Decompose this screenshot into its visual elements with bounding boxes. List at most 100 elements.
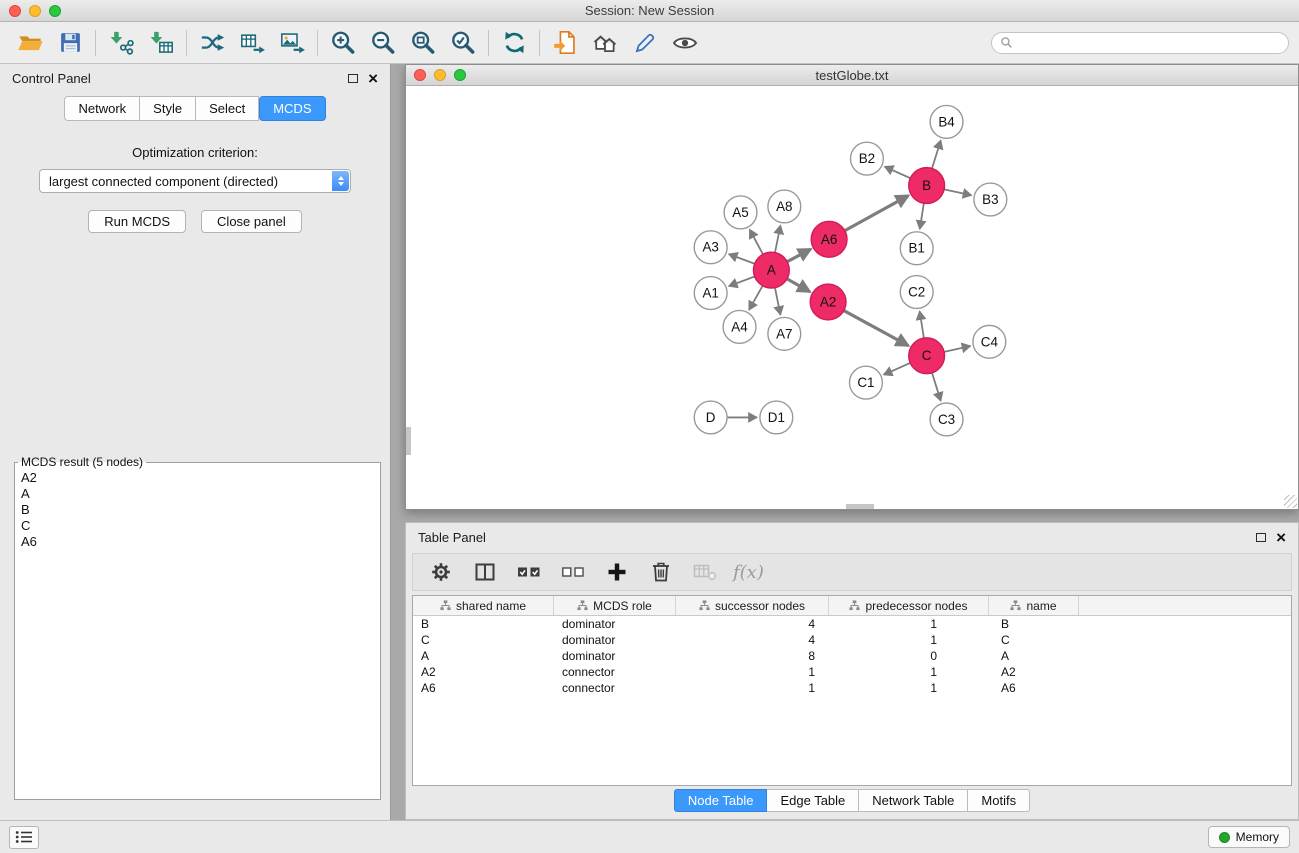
network-edge-A-A5[interactable]: [750, 230, 763, 255]
network-edge-B-B3[interactable]: [944, 189, 971, 195]
network-edge-B-B2[interactable]: [885, 167, 911, 179]
tab-network[interactable]: Network: [64, 96, 140, 121]
table-cell[interactable]: 1: [829, 632, 989, 648]
close-table-panel-icon[interactable]: ×: [1276, 529, 1286, 546]
table-cell[interactable]: A2: [989, 664, 1079, 680]
new-network-button[interactable]: [192, 26, 232, 60]
tab-node-table[interactable]: Node Table: [674, 789, 768, 812]
table-cell[interactable]: 4: [676, 616, 829, 632]
vertical-scrollbar-stub[interactable]: [406, 427, 411, 455]
table-cell[interactable]: dominator: [554, 632, 676, 648]
table-settings-button[interactable]: [425, 556, 457, 588]
table-cell[interactable]: A2: [413, 664, 554, 680]
table-cell[interactable]: A6: [413, 680, 554, 696]
column-header-predecessor-nodes[interactable]: predecessor nodes: [829, 596, 989, 615]
delete-table-button[interactable]: [689, 556, 721, 588]
float-table-panel-icon[interactable]: [1256, 533, 1266, 542]
table-cell[interactable]: 1: [829, 616, 989, 632]
import-table-button[interactable]: [141, 26, 181, 60]
network-canvas[interactable]: B4B2BB3A5A8A6A3B1AA1C2A2A4A7C4CC1DD1C3: [406, 87, 1298, 509]
table-cell[interactable]: 1: [829, 680, 989, 696]
unselect-all-rows-button[interactable]: [557, 556, 589, 588]
task-history-button[interactable]: [9, 826, 39, 849]
zoom-window-button[interactable]: [49, 5, 61, 17]
tab-motifs[interactable]: Motifs: [968, 789, 1030, 812]
annotations-button[interactable]: [625, 26, 665, 60]
run-mcds-button[interactable]: Run MCDS: [88, 210, 186, 233]
network-edge-C-C3[interactable]: [932, 373, 941, 401]
save-session-button[interactable]: [50, 26, 90, 60]
network-node-C1[interactable]: C1: [850, 366, 883, 399]
column-header-shared-name[interactable]: shared name: [413, 596, 554, 615]
tab-network-table[interactable]: Network Table: [859, 789, 968, 812]
table-row[interactable]: Cdominator41C: [413, 632, 1291, 648]
table-cell[interactable]: connector: [554, 664, 676, 680]
select-all-rows-button[interactable]: [513, 556, 545, 588]
network-node-B1[interactable]: B1: [900, 232, 933, 265]
table-row[interactable]: A2connector11A2: [413, 664, 1291, 680]
network-edge-A-A2[interactable]: [787, 279, 810, 292]
refresh-layout-button[interactable]: [494, 26, 534, 60]
zoom-fit-button[interactable]: [403, 26, 443, 60]
close-network-window-button[interactable]: [414, 69, 426, 81]
network-node-A8[interactable]: A8: [768, 190, 801, 223]
minimize-network-window-button[interactable]: [434, 69, 446, 81]
zoom-selected-button[interactable]: [443, 26, 483, 60]
optimization-criterion-select[interactable]: largest connected component (directed): [39, 169, 351, 193]
horizontal-scrollbar-stub[interactable]: [846, 504, 874, 509]
first-neighbors-button[interactable]: [545, 26, 585, 60]
table-cell[interactable]: C: [413, 632, 554, 648]
table-row[interactable]: A6connector11A6: [413, 680, 1291, 696]
network-node-A4[interactable]: A4: [723, 310, 756, 343]
function-builder-button[interactable]: f(x): [733, 556, 764, 588]
network-edge-B-B4[interactable]: [932, 140, 941, 168]
open-session-button[interactable]: [10, 26, 50, 60]
table-cell[interactable]: A: [413, 648, 554, 664]
tab-edge-table[interactable]: Edge Table: [767, 789, 859, 812]
table-row[interactable]: Adominator80A: [413, 648, 1291, 664]
network-node-A2[interactable]: A2: [810, 284, 846, 320]
tab-mcds[interactable]: MCDS: [259, 96, 325, 121]
table-cell[interactable]: dominator: [554, 648, 676, 664]
network-edge-C-C4[interactable]: [944, 346, 970, 352]
zoom-out-button[interactable]: [363, 26, 403, 60]
birds-eye-view-button[interactable]: [585, 26, 625, 60]
result-item[interactable]: A2: [21, 470, 374, 486]
network-edge-A-A4[interactable]: [749, 286, 763, 310]
table-cell[interactable]: dominator: [554, 616, 676, 632]
network-node-A1[interactable]: A1: [694, 277, 727, 310]
zoom-network-window-button[interactable]: [454, 69, 466, 81]
graphics-details-button[interactable]: [665, 26, 705, 60]
column-header-mcds-role[interactable]: MCDS role: [554, 596, 676, 615]
table-cell[interactable]: C: [989, 632, 1079, 648]
network-edge-A-A1[interactable]: [729, 277, 755, 287]
table-cell[interactable]: 8: [676, 648, 829, 664]
table-cell[interactable]: B: [413, 616, 554, 632]
network-node-B[interactable]: B: [909, 168, 945, 204]
close-panel-icon[interactable]: ×: [368, 70, 378, 87]
table-cell[interactable]: 1: [676, 680, 829, 696]
network-node-A7[interactable]: A7: [768, 317, 801, 350]
memory-button[interactable]: Memory: [1208, 826, 1290, 848]
add-column-button[interactable]: [601, 556, 633, 588]
table-cell[interactable]: A6: [989, 680, 1079, 696]
table-cell[interactable]: connector: [554, 680, 676, 696]
table-cell[interactable]: 1: [676, 664, 829, 680]
network-node-A[interactable]: A: [753, 252, 789, 288]
network-node-C3[interactable]: C3: [930, 403, 963, 436]
table-cell[interactable]: B: [989, 616, 1079, 632]
column-header-name[interactable]: name: [989, 596, 1079, 615]
network-node-D[interactable]: D: [694, 401, 727, 434]
tab-style[interactable]: Style: [140, 96, 196, 121]
float-panel-icon[interactable]: [348, 74, 358, 83]
result-item[interactable]: B: [21, 502, 374, 518]
network-edge-A-A7[interactable]: [775, 288, 780, 315]
close-panel-button[interactable]: Close panel: [201, 210, 302, 233]
network-node-A6[interactable]: A6: [811, 221, 847, 257]
delete-columns-button[interactable]: [645, 556, 677, 588]
network-node-C4[interactable]: C4: [973, 325, 1006, 358]
table-cell[interactable]: A: [989, 648, 1079, 664]
network-node-D1[interactable]: D1: [760, 401, 793, 434]
network-edge-C-C1[interactable]: [884, 363, 911, 375]
network-node-B3[interactable]: B3: [974, 183, 1007, 216]
